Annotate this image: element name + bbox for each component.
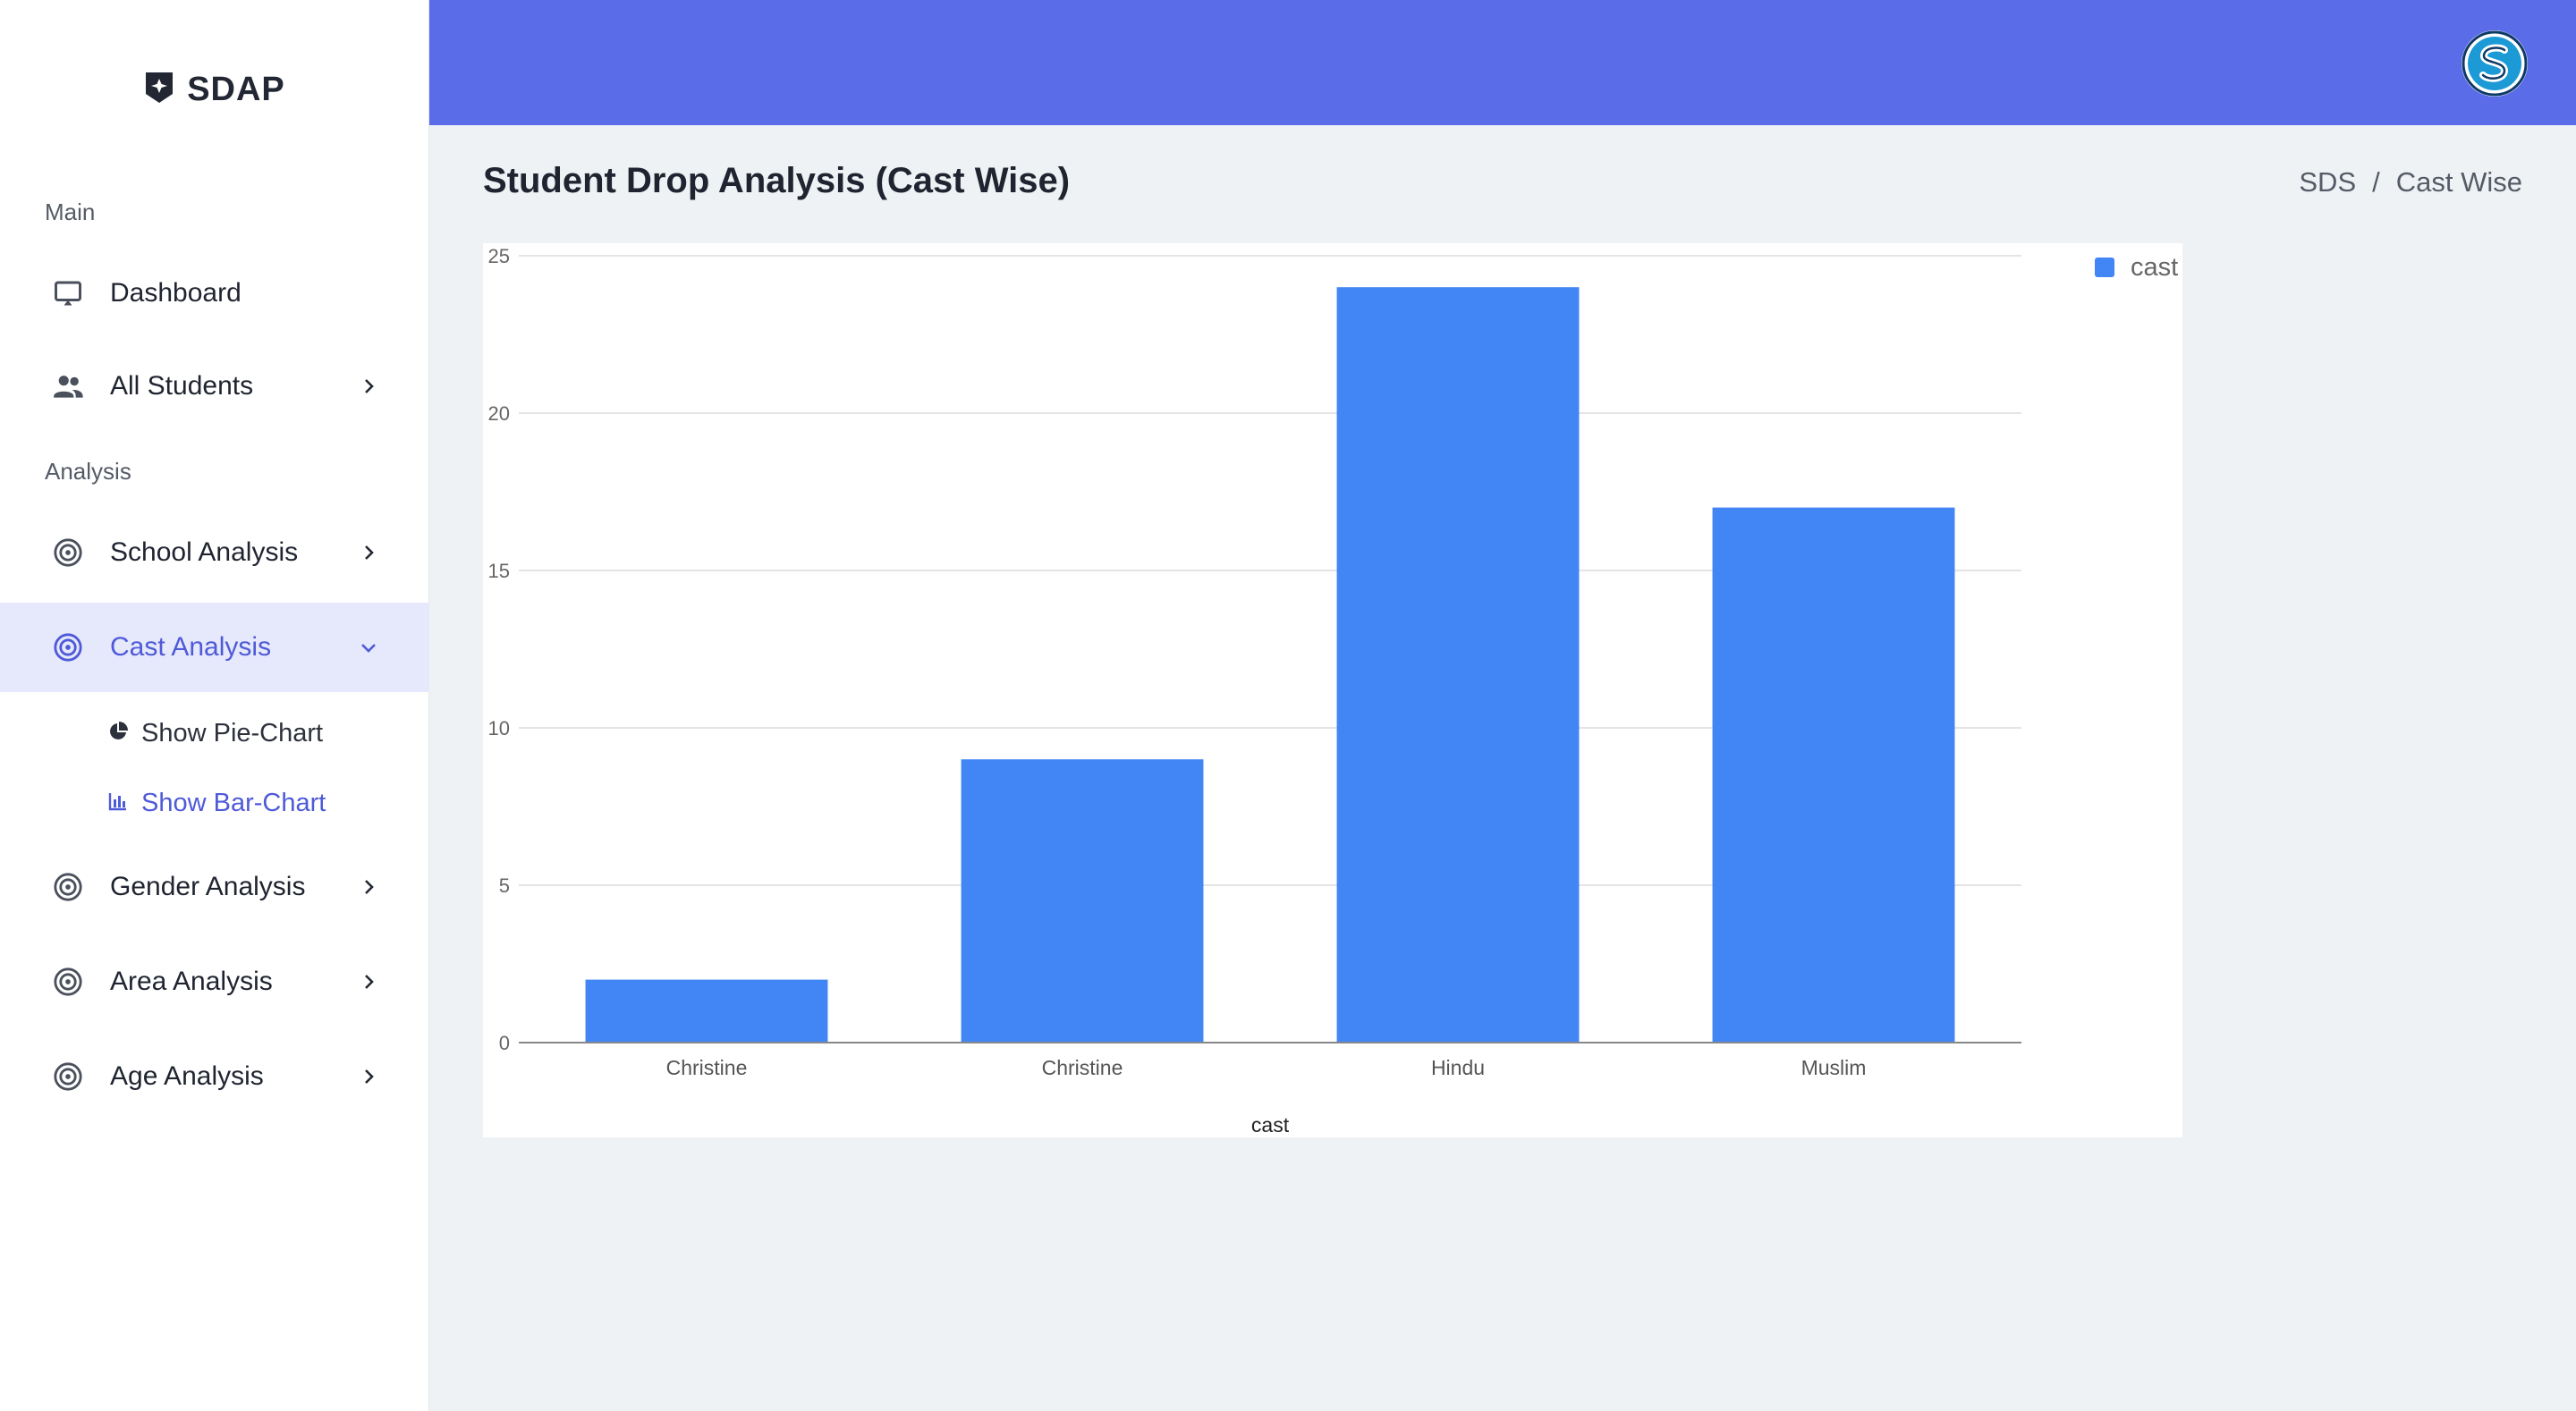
subitem-show-pie-chart[interactable]: Show Pie-Chart	[107, 711, 323, 756]
y-tick-label: 25	[488, 245, 510, 267]
monitor-icon	[50, 275, 86, 311]
sidebar: SDAP Main Dashboard All Students Analysi…	[0, 0, 429, 1411]
sidebar-item-cast-analysis[interactable]: Cast Analysis	[0, 603, 429, 692]
sidebar-item-age-analysis[interactable]: Age Analysis	[0, 1032, 429, 1121]
y-tick-label: 20	[488, 402, 510, 425]
y-tick-label: 15	[488, 560, 510, 582]
x-tick-label: Muslim	[1801, 1056, 1867, 1079]
legend-swatch	[2095, 258, 2114, 277]
x-tick-label: Christine	[1042, 1056, 1123, 1079]
subitem-label: Show Bar-Chart	[141, 788, 326, 817]
breadcrumb-separator: /	[2372, 166, 2380, 198]
target-icon	[50, 869, 86, 905]
bar-chart: 0 5 10 15 20 25 Christine Christine Hindu Muslim c…	[488, 245, 2179, 1136]
brand[interactable]: SDAP	[0, 64, 429, 114]
chevron-right-icon	[356, 374, 381, 399]
bar	[961, 759, 1204, 1043]
section-label-main: Main	[45, 199, 96, 225]
sidebar-item-dashboard[interactable]: Dashboard	[0, 249, 429, 338]
shield-plus-icon	[144, 71, 174, 109]
sidebar-item-label: Dashboard	[110, 278, 242, 308]
bar	[1712, 507, 1955, 1043]
pie-chart-icon	[107, 721, 129, 747]
sidebar-item-gender-analysis[interactable]: Gender Analysis	[0, 842, 429, 932]
target-icon	[50, 964, 86, 1000]
sidebar-item-school-analysis[interactable]: School Analysis	[0, 508, 429, 597]
target-icon	[50, 535, 86, 570]
people-icon	[50, 368, 86, 404]
sidebar-item-label: Gender Analysis	[110, 872, 306, 901]
page-title: Student Drop Analysis (Cast Wise)	[483, 161, 1071, 200]
x-axis-title: cast	[1251, 1113, 1290, 1136]
chevron-right-icon	[356, 1064, 381, 1089]
sidebar-item-all-students[interactable]: All Students	[0, 342, 429, 431]
chevron-right-icon	[356, 874, 381, 900]
subitem-label: Show Pie-Chart	[141, 718, 324, 748]
y-tick-label: 10	[488, 717, 510, 739]
legend-label: cast	[2131, 253, 2178, 282]
sidebar-item-label: Cast Analysis	[110, 632, 272, 662]
x-tick-label: Hindu	[1431, 1056, 1485, 1079]
bar	[585, 979, 828, 1043]
sidebar-item-label: All Students	[110, 371, 254, 401]
target-icon	[50, 629, 86, 665]
chart-card: 0 5 10 15 20 25 Christine Christine Hindu Muslim c…	[483, 243, 2182, 1137]
bar-chart-icon	[107, 790, 129, 816]
breadcrumb: SDS / Cast Wise	[2299, 166, 2522, 199]
sidebar-item-label: School Analysis	[110, 537, 299, 567]
topbar	[429, 0, 2576, 125]
user-logo-icon	[2462, 30, 2528, 97]
x-tick-label: Christine	[666, 1056, 748, 1079]
chevron-down-icon	[356, 635, 381, 660]
avatar[interactable]	[2462, 30, 2528, 97]
breadcrumb-item-current: Cast Wise	[2395, 166, 2522, 198]
breadcrumb-item-sds[interactable]: SDS	[2299, 166, 2356, 199]
sidebar-item-area-analysis[interactable]: Area Analysis	[0, 937, 429, 1027]
brand-name: SDAP	[187, 70, 285, 108]
section-label-analysis: Analysis	[45, 458, 131, 485]
sidebar-item-label: Age Analysis	[110, 1061, 264, 1091]
sidebar-item-label: Area Analysis	[110, 967, 273, 996]
subitem-show-bar-chart[interactable]: Show Bar-Chart	[107, 781, 326, 825]
target-icon	[50, 1059, 86, 1094]
y-tick-label: 0	[499, 1032, 510, 1054]
chevron-right-icon	[356, 540, 381, 565]
chevron-right-icon	[356, 969, 381, 994]
bar	[1336, 287, 1580, 1043]
y-tick-label: 5	[499, 874, 510, 897]
